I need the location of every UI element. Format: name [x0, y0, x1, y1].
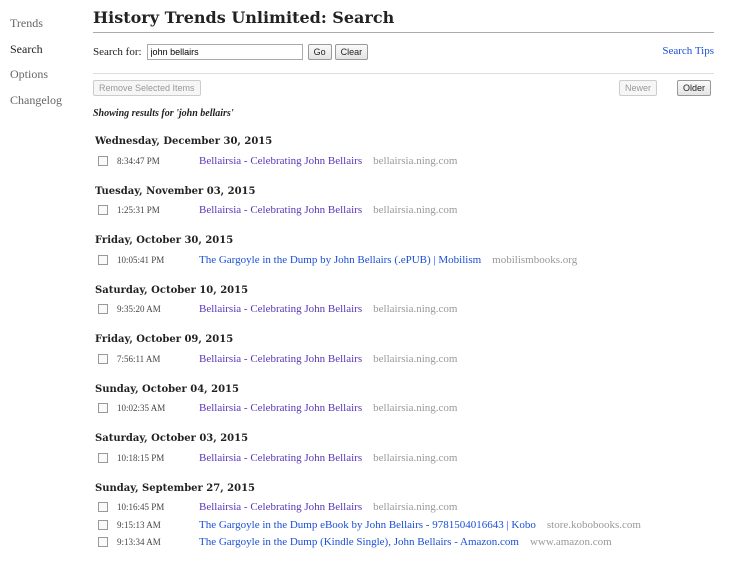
results-list: Wednesday, December 30, 2015 8:34:47 PM Be… [95, 134, 641, 565]
search-label: Search for: [93, 46, 142, 58]
page-title-link[interactable]: Bellairsia - Celebrating John Bellairs [199, 155, 362, 167]
history-item: 10:18:15 PM Bellairsia - Celebrating John… [95, 449, 641, 467]
page-title-link[interactable]: The Gargoyle in the Dump by John Bellair… [199, 254, 481, 266]
nav-item-search[interactable]: Search [10, 42, 62, 68]
history-item: 8:34:47 PM Bellairsia - Celebrating John … [95, 152, 641, 170]
toolbar-divider [93, 73, 714, 74]
sidebar-nav: Trends Search Options Changelog [10, 16, 62, 118]
visit-time: 10:16:45 PM [117, 502, 165, 513]
history-item: 10:05:41 PM The Gargoyle in the Dump by J… [95, 251, 641, 269]
visit-time: 9:15:13 AM [117, 519, 161, 530]
visit-time: 9:35:20 AM [117, 304, 161, 315]
day-heading: Wednesday, December 30, 2015 [95, 136, 273, 147]
history-item: 9:15:13 AM The Gargoyle in the Dump eBook… [95, 516, 641, 534]
nav-item-options[interactable]: Options [10, 67, 62, 93]
page-domain: bellairsia.ning.com [373, 501, 458, 514]
page-domain: store.kobobooks.com [546, 518, 641, 531]
day-heading: Sunday, September 27, 2015 [95, 482, 256, 494]
page-domain: bellairsia.ning.com [373, 154, 458, 167]
select-checkbox[interactable] [98, 502, 108, 513]
day-group: Friday, October 09, 2015 7:56:11 AM Bellai… [95, 332, 641, 368]
visit-time: 10:02:35 AM [117, 403, 166, 414]
select-checkbox[interactable] [98, 519, 108, 530]
day-group: Friday, October 30, 2015 10:05:41 PM The G… [95, 233, 641, 269]
history-item: 1:25:31 PM Bellairsia - Celebrating John … [95, 202, 641, 220]
day-heading: Friday, October 09, 2015 [95, 334, 234, 345]
day-heading: Friday, October 30, 2015 [95, 235, 234, 246]
visit-time: 9:13:34 AM [117, 537, 161, 548]
page-title-link[interactable]: Bellairsia - Celebrating John Bellairs [199, 353, 362, 365]
visit-time: 1:25:31 PM [117, 205, 160, 216]
day-group: Saturday, October 10, 2015 9:35:20 AM Bell… [95, 283, 641, 319]
select-checkbox[interactable] [98, 403, 108, 414]
search-tips-link[interactable]: Search Tips [662, 45, 714, 57]
newer-button[interactable]: Newer [619, 80, 658, 96]
go-button[interactable]: Go [307, 44, 332, 60]
search-input[interactable] [146, 44, 303, 60]
history-item: 10:02:35 AM Bellairsia - Celebrating John… [95, 400, 641, 418]
select-checkbox[interactable] [98, 254, 108, 265]
page-domain: www.amazon.com [529, 536, 612, 549]
page-domain: mobilismbooks.org [492, 253, 578, 266]
day-heading: Sunday, October 04, 2015 [95, 383, 239, 395]
page-title-link[interactable]: The Gargoyle in the Dump eBook by John B… [199, 519, 536, 531]
page-title-link[interactable]: Bellairsia - Celebrating John Bellairs [199, 501, 362, 513]
history-item: 10:16:45 PM Bellairsia - Celebrating John… [95, 499, 641, 517]
older-button[interactable]: Older [677, 80, 712, 96]
day-heading: Tuesday, November 03, 2015 [95, 185, 256, 197]
page-title-link[interactable]: The Gargoyle in the Dump (Kindle Single)… [199, 536, 519, 548]
visit-time: 10:05:41 PM [117, 254, 165, 265]
history-item: 9:35:20 AM Bellairsia - Celebrating John … [95, 301, 641, 319]
search-form: Search for: Go Clear [93, 44, 371, 60]
page-title-link[interactable]: Bellairsia - Celebrating John Bellairs [199, 303, 362, 315]
day-group: Sunday, October 04, 2015 10:02:35 AM Bella… [95, 382, 641, 418]
history-item: 9:13:34 AM The Gargoyle in the Dump (Kind… [95, 534, 641, 552]
select-checkbox[interactable] [98, 205, 108, 216]
page-domain: bellairsia.ning.com [373, 204, 458, 217]
select-checkbox[interactable] [98, 155, 108, 166]
visit-time: 8:34:47 PM [117, 155, 160, 166]
history-item: 7:56:11 AM Bellairsia - Celebrating John … [95, 350, 641, 368]
page-title-link[interactable]: Bellairsia - Celebrating John Bellairs [199, 204, 362, 216]
nav-item-changelog[interactable]: Changelog [10, 93, 62, 119]
page-title: History Trends Unlimited: Search [93, 8, 395, 27]
day-group: Saturday, October 03, 2015 10:18:15 PM Bel… [95, 431, 641, 467]
page-domain: bellairsia.ning.com [373, 303, 458, 316]
page-domain: bellairsia.ning.com [373, 451, 458, 464]
select-checkbox[interactable] [98, 452, 108, 463]
page-title-link[interactable]: Bellairsia - Celebrating John Bellairs [199, 452, 362, 464]
day-group: Sunday, September 27, 2015 10:16:45 PM Bel… [95, 481, 641, 552]
page-domain: bellairsia.ning.com [373, 402, 458, 415]
select-checkbox[interactable] [98, 537, 108, 548]
visit-time: 7:56:11 AM [117, 353, 161, 364]
select-checkbox[interactable] [98, 304, 108, 315]
page-title-link[interactable]: Bellairsia - Celebrating John Bellairs [199, 402, 362, 414]
day-group: Tuesday, November 03, 2015 1:25:31 PM Bell… [95, 184, 641, 220]
day-group: Wednesday, December 30, 2015 8:34:47 PM Be… [95, 134, 641, 170]
select-checkbox[interactable] [98, 353, 108, 364]
visit-time: 10:18:15 PM [117, 452, 165, 463]
page-domain: bellairsia.ning.com [373, 352, 458, 365]
clear-button[interactable]: Clear [334, 44, 369, 60]
title-divider [93, 32, 714, 33]
results-summary: Showing results for 'john bellairs' [93, 108, 234, 119]
nav-item-trends[interactable]: Trends [10, 16, 62, 42]
day-heading: Saturday, October 03, 2015 [95, 433, 249, 444]
remove-selected-button[interactable]: Remove Selected Items [93, 80, 201, 96]
day-heading: Saturday, October 10, 2015 [95, 284, 249, 296]
